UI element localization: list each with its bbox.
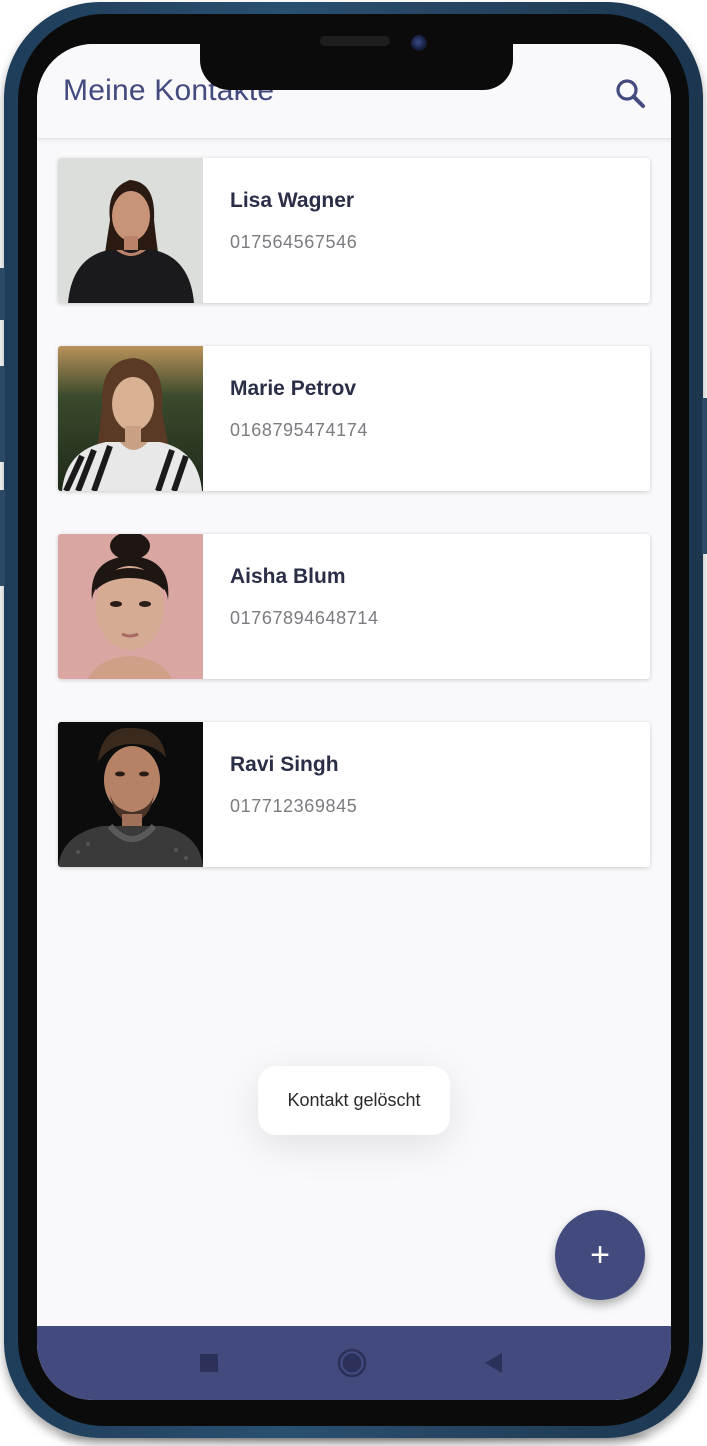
search-icon — [616, 79, 645, 108]
device-notch — [200, 30, 513, 90]
toast-message: Kontakt gelöscht — [258, 1066, 450, 1135]
contact-photo — [58, 346, 203, 491]
contact-photo — [58, 158, 203, 303]
app-screen: Meine Kontakte Lisa Wagner 017564567546 … — [37, 44, 671, 1400]
circle-icon — [337, 1348, 367, 1378]
contact-phone: 0168795474174 — [230, 420, 368, 440]
contact-card[interactable]: Marie Petrov 0168795474174 — [58, 346, 650, 491]
home-button[interactable] — [335, 1346, 369, 1380]
contact-name: Marie Petrov — [230, 377, 357, 400]
contact-name: Lisa Wagner — [230, 189, 355, 212]
side-button-volume-up — [0, 366, 5, 462]
contact-phone: 017564567546 — [230, 232, 358, 252]
plus-icon: + — [590, 1235, 610, 1274]
add-contact-button[interactable]: + — [555, 1210, 645, 1300]
speaker-grille — [320, 36, 390, 46]
contact-card[interactable]: Lisa Wagner 017564567546 — [58, 158, 650, 303]
contact-list: Lisa Wagner 017564567546 Marie Petrov 01… — [58, 158, 650, 910]
side-button-power — [702, 398, 707, 554]
contact-phone: 017712369845 — [230, 796, 358, 816]
contact-photo — [58, 534, 203, 679]
contact-photo — [58, 722, 203, 867]
side-button-volume-down — [0, 490, 5, 586]
search-button[interactable] — [611, 74, 651, 114]
contact-name: Ravi Singh — [230, 753, 339, 776]
contact-card[interactable]: Ravi Singh 017712369845 — [58, 722, 650, 867]
recents-button[interactable] — [192, 1346, 226, 1380]
back-button[interactable] — [477, 1346, 511, 1380]
contact-name: Aisha Blum — [230, 565, 346, 588]
system-nav-bar — [37, 1326, 671, 1400]
contact-card[interactable]: Aisha Blum 01767894648714 — [58, 534, 650, 679]
square-icon — [200, 1354, 218, 1372]
triangle-back-icon — [485, 1353, 502, 1373]
front-camera — [411, 35, 427, 51]
side-button-silent — [0, 268, 5, 320]
contact-phone: 01767894648714 — [230, 608, 379, 628]
